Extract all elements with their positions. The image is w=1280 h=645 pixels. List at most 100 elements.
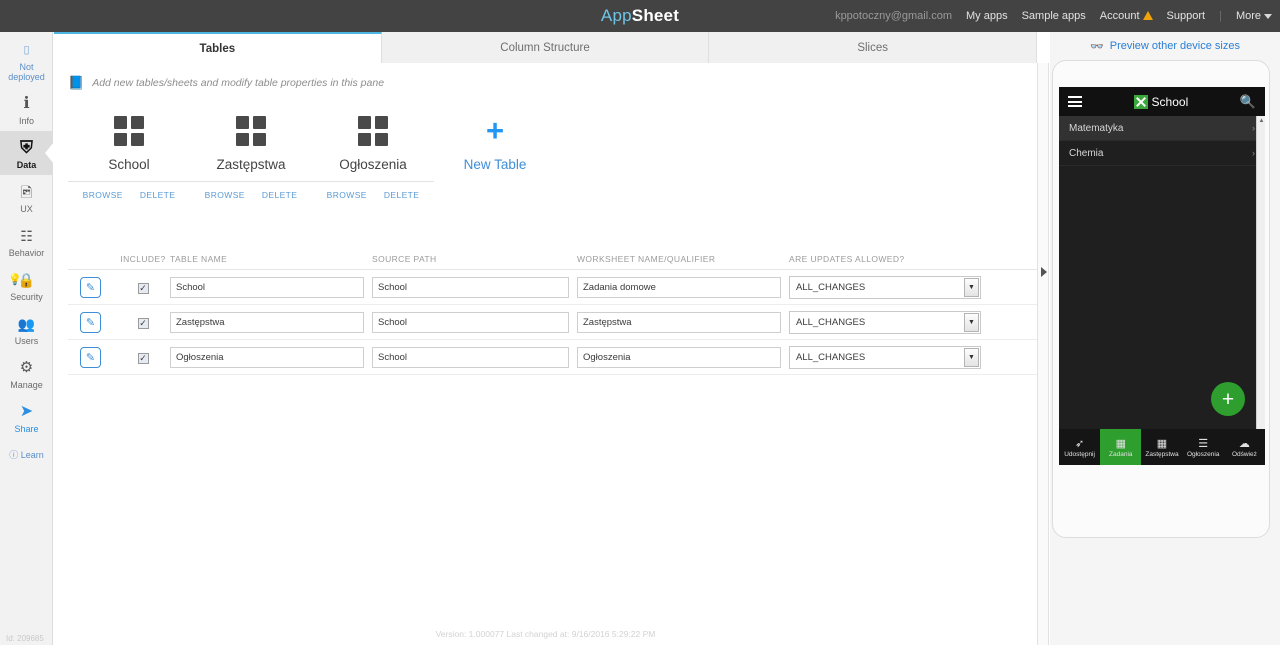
phone-mockup: School 🔍 Matematyka › Chemia › ▲ ▼ +	[1052, 60, 1270, 538]
sidebar-item-users[interactable]: 👥 Users	[0, 307, 53, 351]
nav-more[interactable]: More	[1236, 10, 1272, 22]
table-card-actions: BROWSE DELETE	[312, 181, 434, 200]
delete-link[interactable]: DELETE	[140, 190, 175, 200]
browse-link[interactable]: BROWSE	[327, 190, 367, 200]
browse-link[interactable]: BROWSE	[83, 190, 123, 200]
table-card-name: Zastępstwa	[216, 157, 286, 172]
nav-zastepstwa[interactable]: ▦ Zastępstwa	[1141, 429, 1182, 465]
table-card-school[interactable]: School BROWSE DELETE	[68, 113, 190, 204]
behavior-icon: ☷	[20, 228, 33, 244]
source-path-input[interactable]	[372, 311, 569, 333]
sidebar-item-security[interactable]: 💡 🔒 Security	[0, 263, 53, 307]
nav-udostepnij[interactable]: ➶ Udostępnij	[1059, 429, 1100, 465]
list-item[interactable]: Chemia ›	[1059, 141, 1265, 166]
new-table-button[interactable]: + New Table	[434, 113, 556, 204]
preview-device-sizes-link[interactable]: 👓 Preview other device sizes	[1050, 32, 1280, 60]
edit-row-button[interactable]: ✎	[80, 276, 101, 298]
users-icon: 👥	[17, 316, 36, 332]
worksheet-name-input[interactable]	[577, 311, 781, 333]
nav-support[interactable]: Support	[1167, 10, 1206, 22]
table-card-zastepstwa[interactable]: Zastępstwa BROWSE DELETE	[190, 113, 312, 204]
pencil-icon: ✎	[85, 316, 96, 329]
share-arrow-icon: ➶	[1074, 438, 1085, 450]
table-name-input[interactable]	[170, 276, 364, 298]
sidebar-item-ux[interactable]: 🖻 UX	[0, 175, 53, 219]
phone-app-header: School 🔍	[1059, 87, 1265, 116]
table-card-name: School	[108, 157, 150, 172]
tab-column-structure[interactable]: Column Structure	[381, 32, 710, 63]
sidebar-label-data: Data	[16, 160, 37, 170]
table-name-input[interactable]	[170, 311, 364, 333]
updates-allowed-select[interactable]: ALL_CHANGES	[789, 310, 981, 334]
table-row: ✎ ✓ ALL_CHANGES ▼	[68, 305, 1037, 340]
lightbulb-icon: 💡	[8, 274, 22, 286]
include-checkbox[interactable]: ✓	[137, 318, 149, 329]
nav-more-label: More	[1235, 10, 1261, 22]
edit-row-button[interactable]: ✎	[80, 311, 101, 333]
browse-link[interactable]: BROWSE	[205, 190, 245, 200]
edit-row-button[interactable]: ✎	[80, 346, 101, 368]
nav-zadania[interactable]: ▦ Zadania	[1100, 429, 1142, 465]
table-card-ogloszenia[interactable]: Ogłoszenia BROWSE DELETE	[312, 113, 434, 204]
updates-allowed-select[interactable]: ALL_CHANGES	[789, 275, 981, 299]
delete-link[interactable]: DELETE	[384, 190, 419, 200]
sidebar-label-behavior: Behavior	[8, 248, 45, 258]
nav-ogloszenia[interactable]: ☰ Ogłoszenia	[1183, 429, 1224, 465]
table-row: ✎ ✓ ALL_CHANGES ▼	[68, 340, 1037, 375]
delete-link[interactable]: DELETE	[262, 190, 297, 200]
pane-hint: 📘 Add new tables/sheets and modify table…	[54, 63, 1037, 91]
nav-account-label: Account	[1099, 10, 1140, 22]
include-checkbox[interactable]: ✓	[137, 283, 149, 294]
account-email: kppotoczny@gmail.com	[835, 10, 952, 22]
nav-separator: |	[1219, 10, 1222, 22]
source-path-input[interactable]	[372, 346, 569, 368]
list-item-label: Matematyka	[1069, 122, 1124, 134]
updates-allowed-select[interactable]: ALL_CHANGES	[789, 345, 981, 369]
chevron-down-icon[interactable]: ▼	[964, 312, 979, 332]
new-table-label: New Table	[463, 157, 527, 172]
grid-header-row: INCLUDE? TABLE NAME SOURCE PATH WORKSHEE…	[68, 244, 1037, 270]
table-row: ✎ ✓ ALL_CHANGES ▼	[68, 270, 1037, 305]
scroll-up-icon[interactable]: ▲	[1258, 117, 1265, 126]
chevron-down-icon[interactable]: ▼	[964, 277, 979, 297]
top-navigation: kppotoczny@gmail.com My apps Sample apps…	[835, 0, 1272, 32]
source-path-input[interactable]	[372, 276, 569, 298]
tab-slices[interactable]: Slices	[709, 32, 1038, 63]
add-record-fab[interactable]: +	[1211, 382, 1245, 416]
sidebar-item-info[interactable]: ℹ Info	[0, 87, 53, 131]
table-grid-icon	[68, 113, 190, 149]
nav-label: Udostępnij	[1064, 451, 1095, 458]
sidebar-item-learn[interactable]: ⓘ Learn	[0, 439, 53, 466]
monitor-icon: ▯	[23, 44, 30, 56]
grid-header-worksheet: WORKSHEET NAME/QUALIFIER	[577, 254, 716, 264]
sidebar-item-manage[interactable]: ⚙ Manage	[0, 351, 53, 395]
sidebar-item-share[interactable]: ➤ Share	[0, 395, 53, 439]
phone-scrollbar[interactable]: ▲ ▼	[1256, 116, 1265, 465]
sidebar-label-manage: Manage	[10, 380, 43, 390]
list-item[interactable]: Matematyka ›	[1059, 116, 1265, 141]
main-pane: 📘 Add new tables/sheets and modify table…	[54, 63, 1037, 645]
panel-expander[interactable]	[1037, 63, 1049, 645]
sidebar-item-not-deployed[interactable]: ▯ Not deployed	[0, 32, 53, 87]
table-cards: School BROWSE DELETE Zastępstwa BROWSE D…	[54, 91, 1037, 204]
nav-account[interactable]: Account	[1100, 10, 1153, 22]
chevron-down-icon[interactable]: ▼	[964, 347, 979, 367]
nav-odswiez[interactable]: ☁ Odśwież	[1224, 429, 1265, 465]
sidebar-label-ux: UX	[20, 204, 33, 214]
worksheet-name-input[interactable]	[577, 276, 781, 298]
search-icon[interactable]: 🔍	[1240, 94, 1256, 110]
nav-label: Zadania	[1109, 451, 1133, 458]
sidebar-item-data[interactable]: ⛨ Data	[0, 131, 53, 175]
tab-tables[interactable]: Tables	[54, 32, 382, 63]
nav-sample-apps[interactable]: Sample apps	[1022, 10, 1086, 22]
include-checkbox[interactable]: ✓	[137, 353, 149, 364]
worksheet-name-input[interactable]	[577, 346, 781, 368]
sidebar-item-behavior[interactable]: ☷ Behavior	[0, 219, 53, 263]
table-name-input[interactable]	[170, 346, 364, 368]
phone-bottom-nav: ➶ Udostępnij ▦ Zadania ▦ Zastępstwa ☰ Og…	[1059, 429, 1265, 465]
left-sidebar: ▯ Not deployed ℹ Info ⛨ Data 🖻 UX ☷ Beha…	[0, 32, 53, 645]
nav-my-apps[interactable]: My apps	[966, 10, 1008, 22]
hamburger-icon[interactable]	[1068, 96, 1082, 107]
grid-header-source-path: SOURCE PATH	[372, 254, 437, 264]
tables-grid: INCLUDE? TABLE NAME SOURCE PATH WORKSHEE…	[54, 204, 1037, 375]
